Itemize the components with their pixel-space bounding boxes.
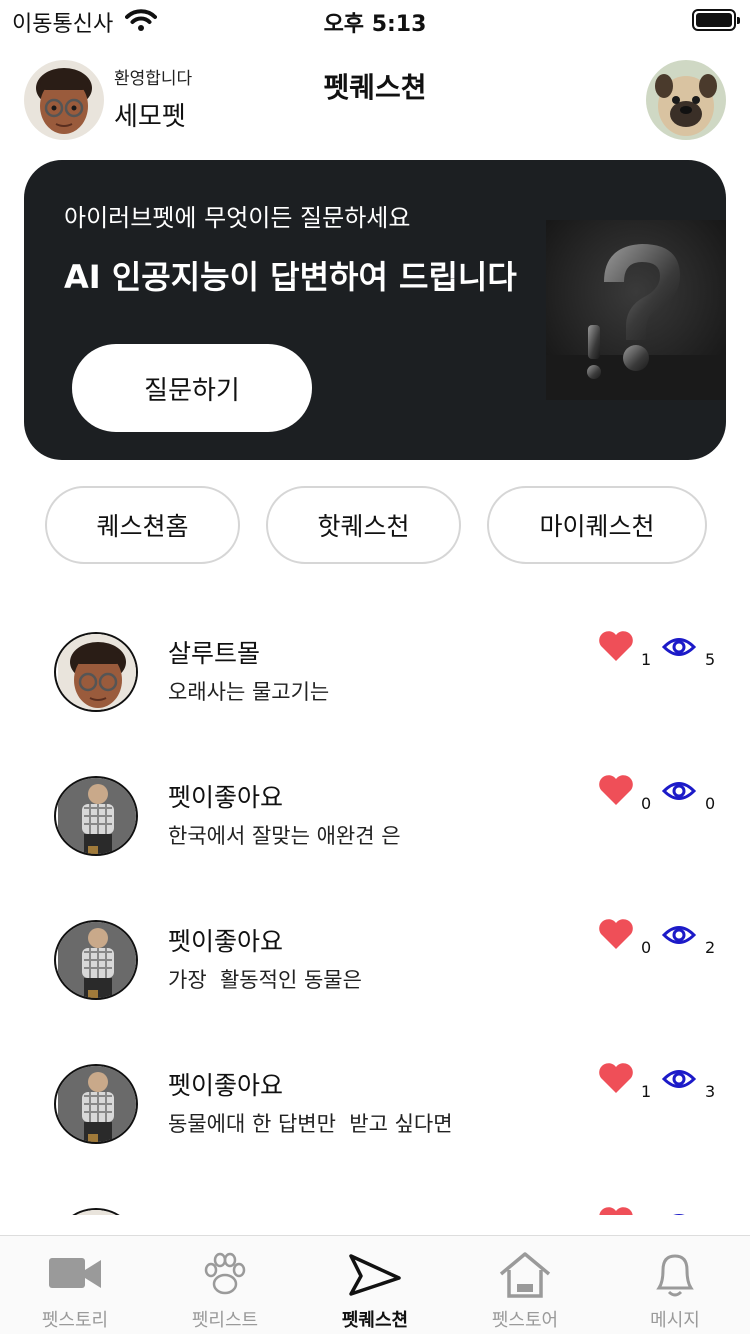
status-bar: 이동통신사 오후 5:13	[0, 0, 750, 40]
list-item[interactable]: 살루트몰 오래사는 물고기는 1 5	[0, 600, 750, 720]
tab-pet-question[interactable]: 펫퀘스쳔	[300, 1236, 450, 1334]
memoji-avatar-icon	[58, 1210, 136, 1215]
tab-pet-list[interactable]: 펫리스트	[150, 1236, 300, 1334]
tab-my-question[interactable]: 마이퀘스천	[487, 486, 707, 564]
author-avatar	[54, 920, 138, 1000]
author-avatar	[54, 1064, 138, 1144]
tab-hot-question[interactable]: 핫퀘스천	[266, 486, 461, 564]
like-count: 0	[641, 794, 652, 813]
tab-label: 펫스토리	[41, 1310, 109, 1331]
tab-label: 펫퀘스쳔	[341, 1310, 409, 1331]
view-count: 2	[705, 938, 716, 957]
eye-icon	[673, 1214, 685, 1215]
question-list: 살루트몰 오래사는 물고기는 1 5 펫이좋아요 한국에서 잘맞는 애완견 은 …	[0, 600, 750, 1215]
send-arrow-icon	[349, 1254, 401, 1296]
tab-messages[interactable]: 메시지	[600, 1236, 750, 1334]
question-title: 한국에서 잘맞는 애완견 은	[168, 824, 401, 848]
heart-icon[interactable]	[598, 630, 634, 662]
heart-icon[interactable]	[598, 918, 634, 950]
question-title: 오래사는 물고기는	[168, 680, 330, 704]
view-count: 5	[705, 650, 716, 669]
tab-pet-story[interactable]: 펫스토리	[0, 1236, 150, 1334]
list-item[interactable]: 펫이좋아요 한국에서 잘맞는 애완견 은 0 0	[0, 744, 750, 864]
person-avatar-icon	[58, 1066, 136, 1142]
question-title: 가장 활동적인 동물은	[168, 968, 362, 992]
question-mark-image	[546, 220, 726, 400]
author-name: 펫이좋아요	[168, 927, 284, 956]
tab-label: 펫스토어	[491, 1310, 559, 1331]
ai-question-banner: 아이러브펫에 무엇이든 질문하세요 AI 인공지능이 답변하여 드립니다 질문하…	[24, 160, 726, 460]
author-name: 펫이좋아요	[168, 783, 284, 812]
tab-question-home[interactable]: 퀘스쳔홈	[45, 486, 240, 564]
person-avatar-icon	[58, 778, 136, 854]
home-icon	[499, 1252, 551, 1298]
view-count: 3	[705, 1082, 716, 1101]
author-avatar	[54, 776, 138, 856]
battery-icon	[692, 9, 740, 31]
eye-icon	[662, 638, 696, 656]
video-camera-icon	[49, 1258, 101, 1288]
tab-label: 펫리스트	[191, 1310, 259, 1331]
page-title: 펫퀘스쳔	[323, 71, 427, 104]
paw-icon	[204, 1252, 246, 1295]
banner-headline: AI 인공지능이 답변하여 드립니다	[64, 258, 517, 296]
memoji-avatar-icon	[58, 634, 136, 710]
tab-pet-store[interactable]: 펫스토어	[450, 1236, 600, 1334]
eye-icon	[662, 1070, 696, 1088]
bottom-tab-bar: 펫스토리 펫리스트 펫퀘스쳔 펫스토어 메시지	[0, 1235, 750, 1334]
list-item[interactable]	[0, 1176, 750, 1215]
author-name: 살루트몰	[168, 639, 261, 668]
author-avatar	[54, 632, 138, 712]
view-count: 0	[705, 794, 716, 813]
eye-icon	[662, 926, 696, 944]
tab-label: 메시지	[650, 1310, 700, 1331]
heart-icon[interactable]	[598, 1206, 634, 1215]
author-name: 펫이좋아요	[168, 1071, 284, 1100]
status-time: 오후 5:13	[323, 12, 427, 37]
like-count: 0	[641, 938, 652, 957]
ask-question-button[interactable]: 질문하기	[72, 344, 312, 432]
list-item[interactable]: 펫이좋아요 가장 활동적인 동물은 0 2	[0, 888, 750, 1008]
header: 환영합니다 세모펫 펫퀘스쳔	[0, 58, 750, 148]
pet-avatar[interactable]	[646, 60, 726, 140]
question-title: 동물에대 한 답변만 받고 싶다면	[168, 1112, 453, 1136]
banner-subtitle: 아이러브펫에 무엇이든 질문하세요	[64, 204, 411, 232]
heart-icon[interactable]	[598, 774, 634, 806]
bell-icon	[656, 1254, 694, 1297]
list-item[interactable]: 펫이좋아요 동물에대 한 답변만 받고 싶다면 1 3	[0, 1032, 750, 1152]
person-avatar-icon	[58, 922, 136, 998]
heart-icon[interactable]	[598, 1062, 634, 1094]
pug-icon	[646, 60, 726, 140]
eye-icon	[662, 782, 696, 800]
like-count: 1	[641, 650, 652, 669]
like-count: 1	[641, 1082, 652, 1101]
author-avatar	[54, 1208, 138, 1215]
